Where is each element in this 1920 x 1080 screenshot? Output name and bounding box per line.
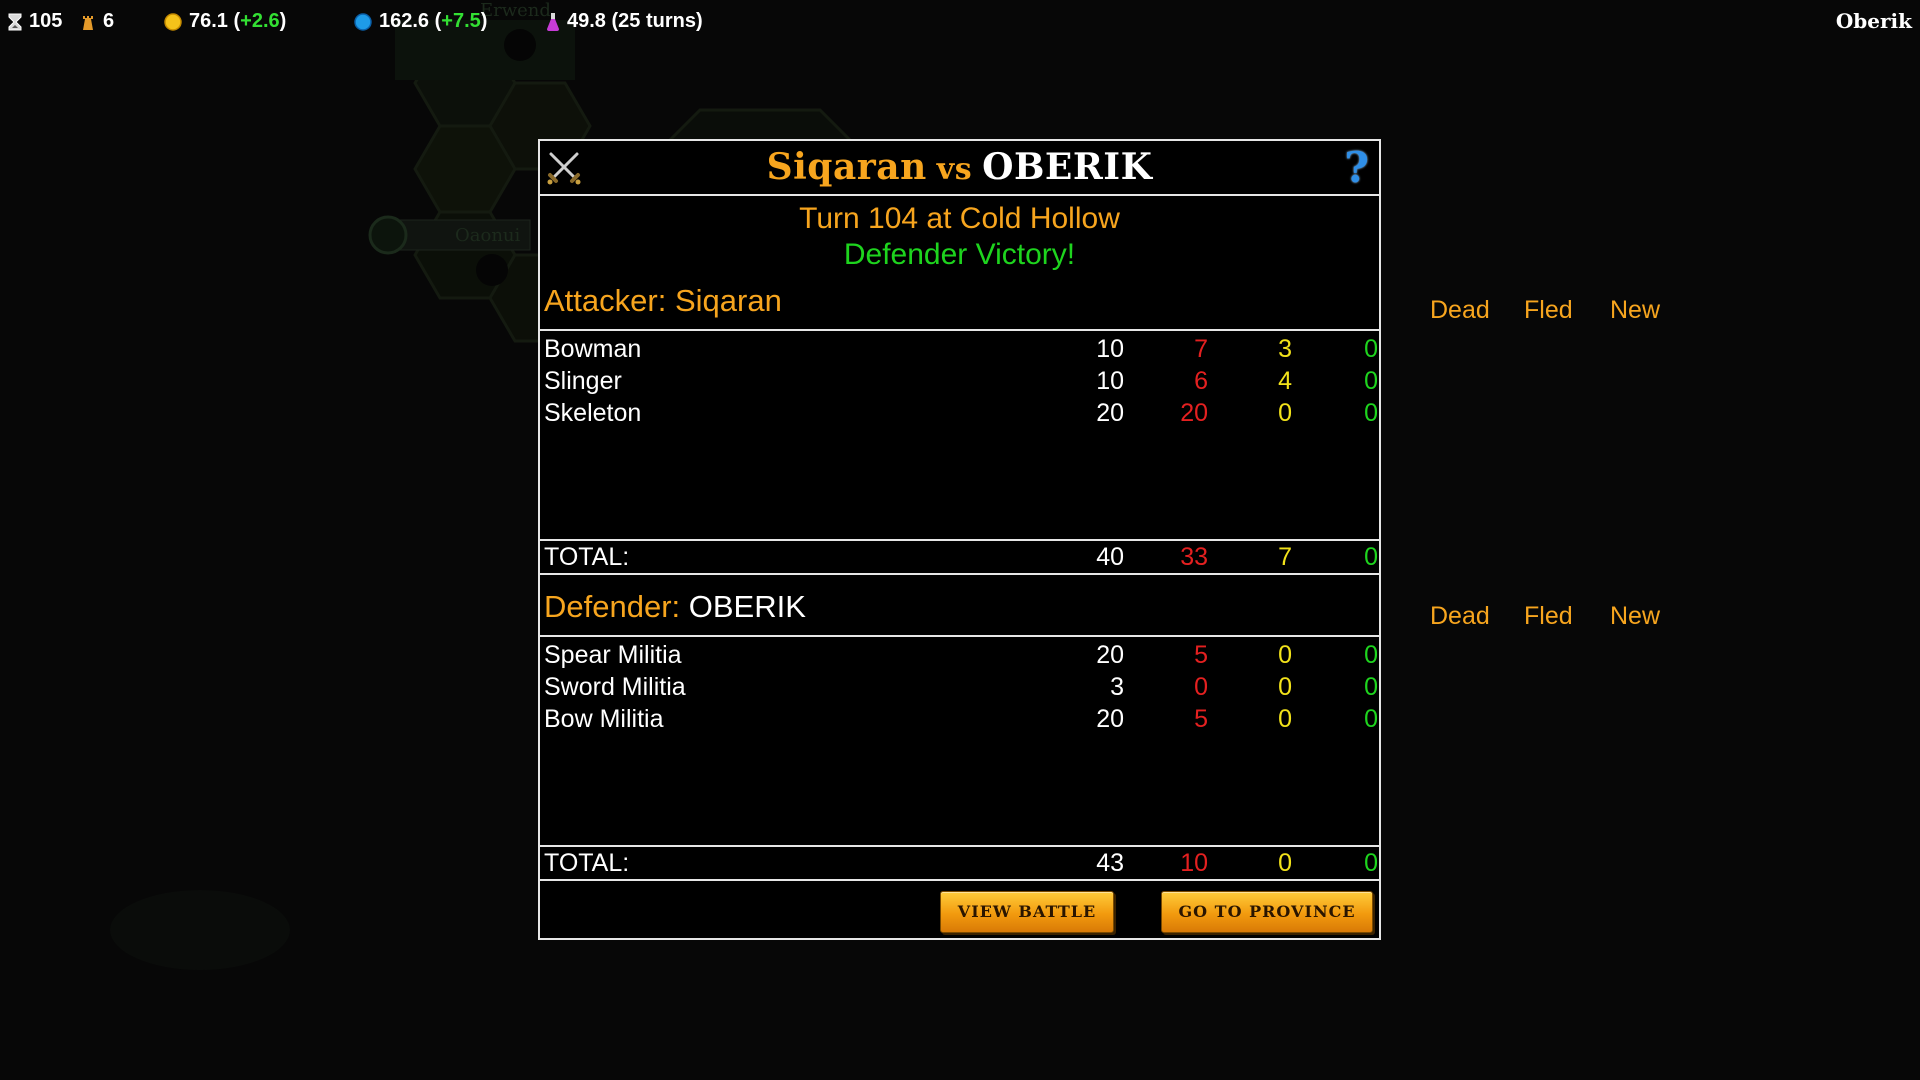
map-label-oaonui: Oaonui xyxy=(455,225,521,246)
dialog-button-bar: VIEW BATTLE GO TO PROVINCE xyxy=(540,881,1379,941)
city-counter: 6 xyxy=(80,10,114,33)
research-value: 49.8 (25 turns) xyxy=(567,10,703,32)
total-new: 0 xyxy=(1364,543,1378,571)
potion-icon xyxy=(547,12,559,31)
title-attacker: Siqaran xyxy=(766,146,927,188)
attacker-total-row: TOTAL: 40 33 7 0 xyxy=(540,541,1379,575)
unit-new: 0 xyxy=(1364,705,1378,733)
battle-outcome: Defender Victory! xyxy=(843,238,1076,271)
hourglass-icon xyxy=(8,13,22,30)
defender-header: Defender: OBERIK Dead Fled New xyxy=(540,585,1660,637)
attacker-header: Attacker: Siqaran Dead Fled New xyxy=(540,279,1660,331)
unit-row: Bow Militia 20 5 0 0 xyxy=(540,703,1379,735)
attacker-units: Bowman 10 7 3 0 Slinger 10 6 4 0 Skeleto… xyxy=(540,331,1379,541)
unit-row: Skeleton 20 20 0 0 xyxy=(540,397,1379,429)
gold-counter: 76.1 (+2.6) xyxy=(164,10,286,33)
research-counter: 49.8 (25 turns) xyxy=(546,10,703,33)
unit-row: Spear Militia 20 5 0 0 xyxy=(540,639,1379,671)
dialog-title: Siqaran vs OBERIK xyxy=(540,146,1379,188)
col-dead: Dead xyxy=(1430,296,1490,324)
col-new: New xyxy=(1610,296,1661,324)
col-fled: Fled xyxy=(1524,296,1573,324)
dialog-header: Siqaran vs OBERIK ? xyxy=(540,141,1379,196)
defender-title: Defender: OBERIK xyxy=(544,589,806,624)
unit-new: 0 xyxy=(1364,367,1378,395)
mana-value: 162.6 xyxy=(379,10,430,32)
resource-bar: 105 6 76.1 (+2.6) 162.6 (+7.5) 49.8 (25 … xyxy=(0,0,1920,44)
unit-row: Slinger 10 6 4 0 xyxy=(540,365,1379,397)
battle-report-dialog: Siqaran vs OBERIK ? Turn 104 at Cold Hollo… xyxy=(538,139,1660,941)
gold-delta: +2.6 xyxy=(240,10,280,32)
title-vs: vs xyxy=(936,152,973,187)
col-new: New xyxy=(1610,602,1661,630)
turn-counter: 105 xyxy=(8,10,62,33)
total-new: 0 xyxy=(1364,849,1378,877)
defender-units: Spear Militia 20 5 0 0 Sword Militia 3 0… xyxy=(540,637,1379,847)
attacker-name: Siqaran xyxy=(674,283,782,318)
unit-row: Sword Militia 3 0 0 0 xyxy=(540,671,1379,703)
mana-counter: 162.6 (+7.5) xyxy=(354,10,487,33)
unit-new: 0 xyxy=(1364,641,1378,669)
go-to-province-button[interactable]: GO TO PROVINCE xyxy=(1161,891,1373,933)
mana-orb-icon xyxy=(354,12,372,31)
battle-location: Turn 104 at Cold Hollow xyxy=(799,202,1120,235)
defender-total-row: TOTAL: 43 10 0 0 xyxy=(540,847,1379,881)
unit-new: 0 xyxy=(1364,673,1378,701)
city-value: 6 xyxy=(103,10,115,32)
unit-new: 0 xyxy=(1364,335,1378,363)
turn-value: 105 xyxy=(29,10,63,32)
col-fled: Fled xyxy=(1524,602,1573,630)
defender-name: OBERIK xyxy=(688,589,806,624)
title-defender: OBERIK xyxy=(982,146,1153,188)
mana-delta: +7.5 xyxy=(441,10,481,32)
help-icon[interactable]: ? xyxy=(1344,143,1369,192)
tower-icon xyxy=(83,15,93,30)
col-dead: Dead xyxy=(1430,602,1490,630)
attacker-title: Attacker: Siqaran xyxy=(544,283,782,318)
unit-row: Bowman 10 7 3 0 xyxy=(540,333,1379,365)
view-battle-button[interactable]: VIEW BATTLE xyxy=(940,891,1114,933)
unit-new: 0 xyxy=(1364,399,1378,427)
gold-coin-icon xyxy=(164,12,182,31)
gold-value: 76.1 xyxy=(189,10,228,32)
player-name[interactable]: Oberik xyxy=(1836,9,1912,33)
